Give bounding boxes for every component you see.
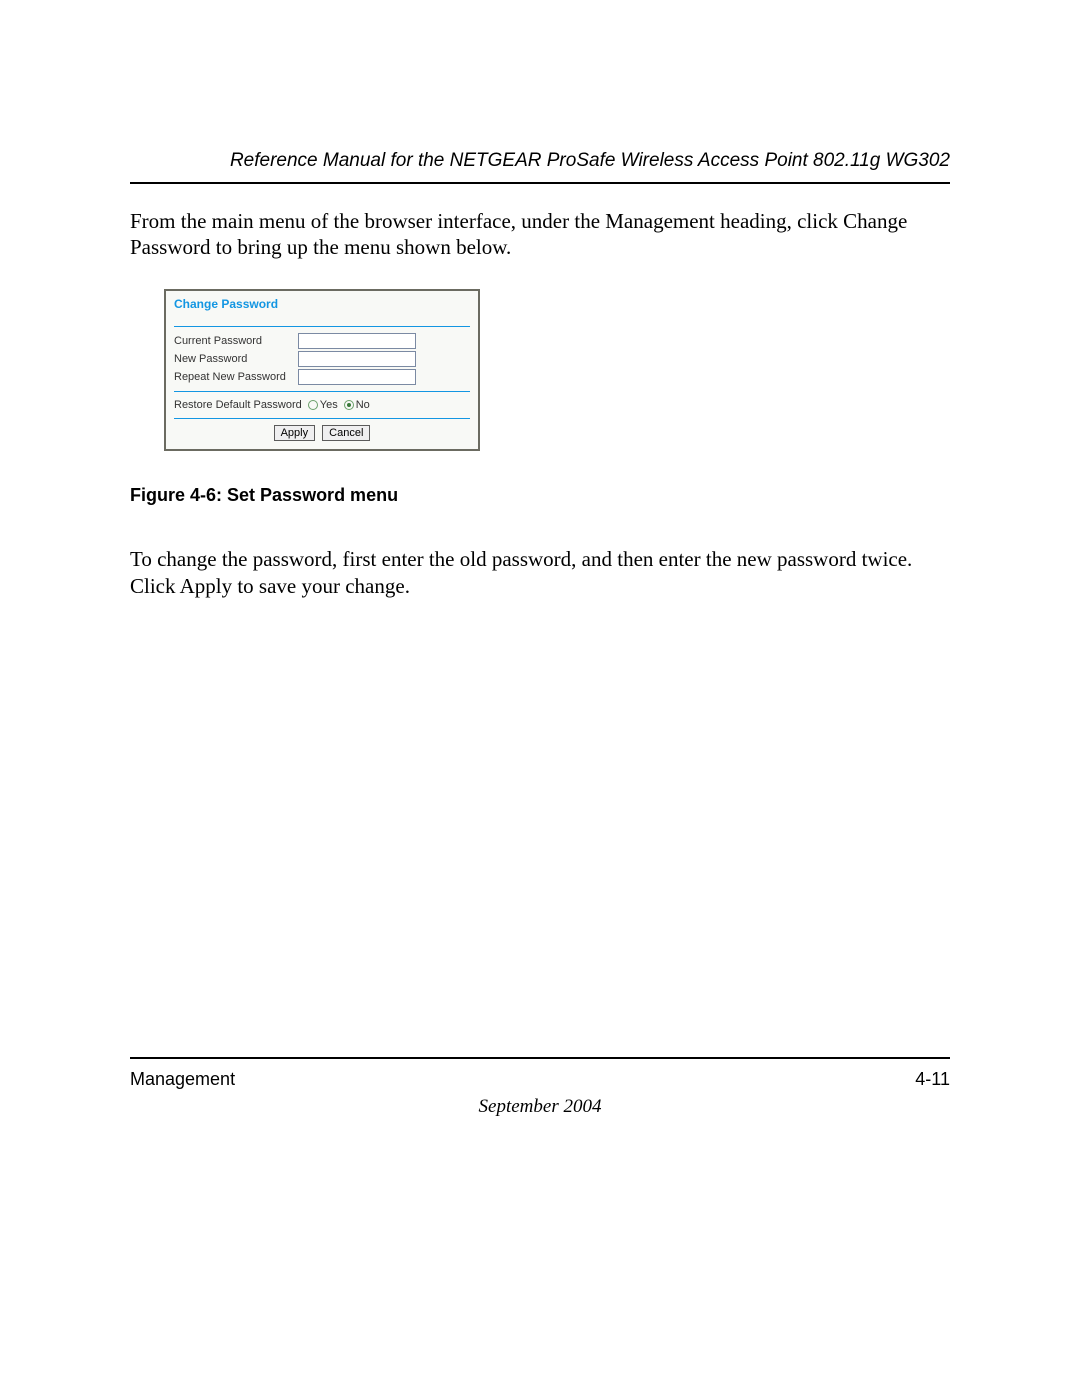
new-password-input[interactable]	[298, 351, 416, 367]
radio-no-label: No	[356, 398, 370, 412]
panel-divider-2	[174, 391, 470, 392]
page-footer: Management 4-11	[130, 1069, 950, 1090]
restore-default-label: Restore Default Password	[174, 398, 302, 412]
new-password-label: New Password	[174, 352, 298, 366]
button-bar: Apply Cancel	[174, 425, 470, 441]
figure-caption: Figure 4-6: Set Password menu	[130, 485, 950, 506]
figure-wrapper: Change Password Current Password New Pas…	[164, 289, 950, 452]
intro-paragraph: From the main menu of the browser interf…	[130, 208, 950, 261]
current-password-input[interactable]	[298, 333, 416, 349]
restore-default-row: Restore Default Password Yes No	[174, 398, 470, 412]
repeat-password-row: Repeat New Password	[174, 369, 470, 385]
panel-title: Change Password	[174, 297, 470, 313]
footer-date: September 2004	[130, 1096, 950, 1118]
footer-page-number: 4-11	[915, 1069, 950, 1090]
footer-section: Management	[130, 1069, 235, 1090]
radio-icon	[344, 400, 354, 410]
new-password-row: New Password	[174, 351, 470, 367]
panel-divider-3	[174, 418, 470, 419]
cancel-button[interactable]: Cancel	[322, 425, 370, 441]
restore-no-radio[interactable]: No	[344, 398, 370, 412]
instruction-paragraph: To change the password, first enter the …	[130, 546, 950, 599]
header-rule	[130, 182, 950, 184]
radio-yes-label: Yes	[320, 398, 338, 412]
page-spacer	[130, 627, 950, 1057]
restore-yes-radio[interactable]: Yes	[308, 398, 338, 412]
repeat-password-label: Repeat New Password	[174, 370, 298, 384]
current-password-row: Current Password	[174, 333, 470, 349]
running-header: Reference Manual for the NETGEAR ProSafe…	[130, 150, 950, 172]
panel-divider	[174, 326, 470, 327]
radio-icon	[308, 400, 318, 410]
repeat-password-input[interactable]	[298, 369, 416, 385]
footer-rule	[130, 1057, 950, 1059]
apply-button[interactable]: Apply	[274, 425, 316, 441]
document-page: Reference Manual for the NETGEAR ProSafe…	[0, 0, 1080, 1397]
current-password-label: Current Password	[174, 334, 298, 348]
change-password-panel: Change Password Current Password New Pas…	[164, 289, 480, 452]
